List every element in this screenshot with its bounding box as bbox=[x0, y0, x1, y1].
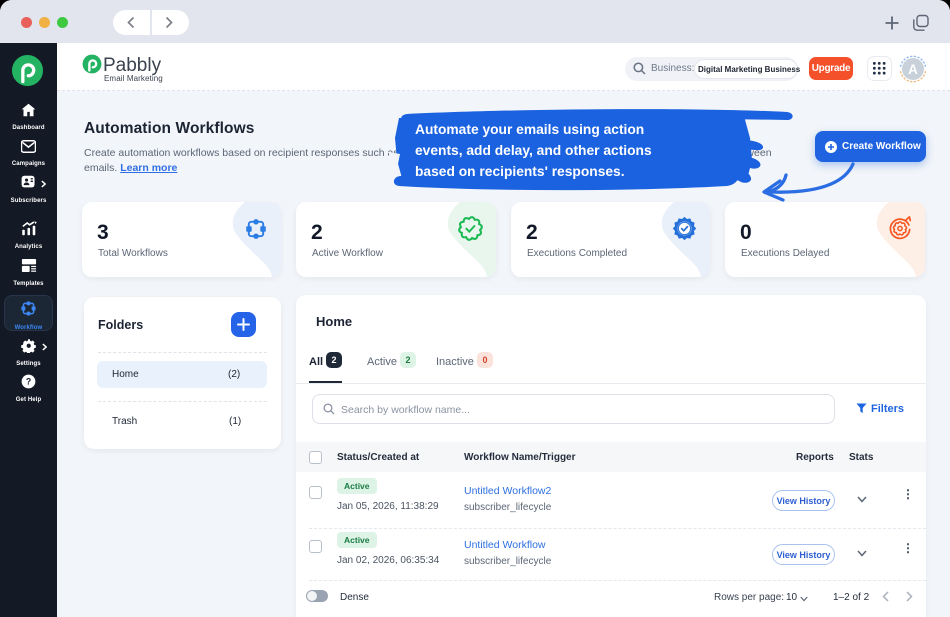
svg-text:Automate your emails using act: Automate your emails using action bbox=[415, 122, 644, 137]
svg-text:?: ? bbox=[26, 377, 31, 387]
svg-text:events, add delay, and other a: events, add delay, and other actions bbox=[415, 143, 652, 158]
svg-text:based on recipients' responses: based on recipients' responses. bbox=[415, 164, 625, 179]
svg-text:A: A bbox=[908, 62, 918, 77]
